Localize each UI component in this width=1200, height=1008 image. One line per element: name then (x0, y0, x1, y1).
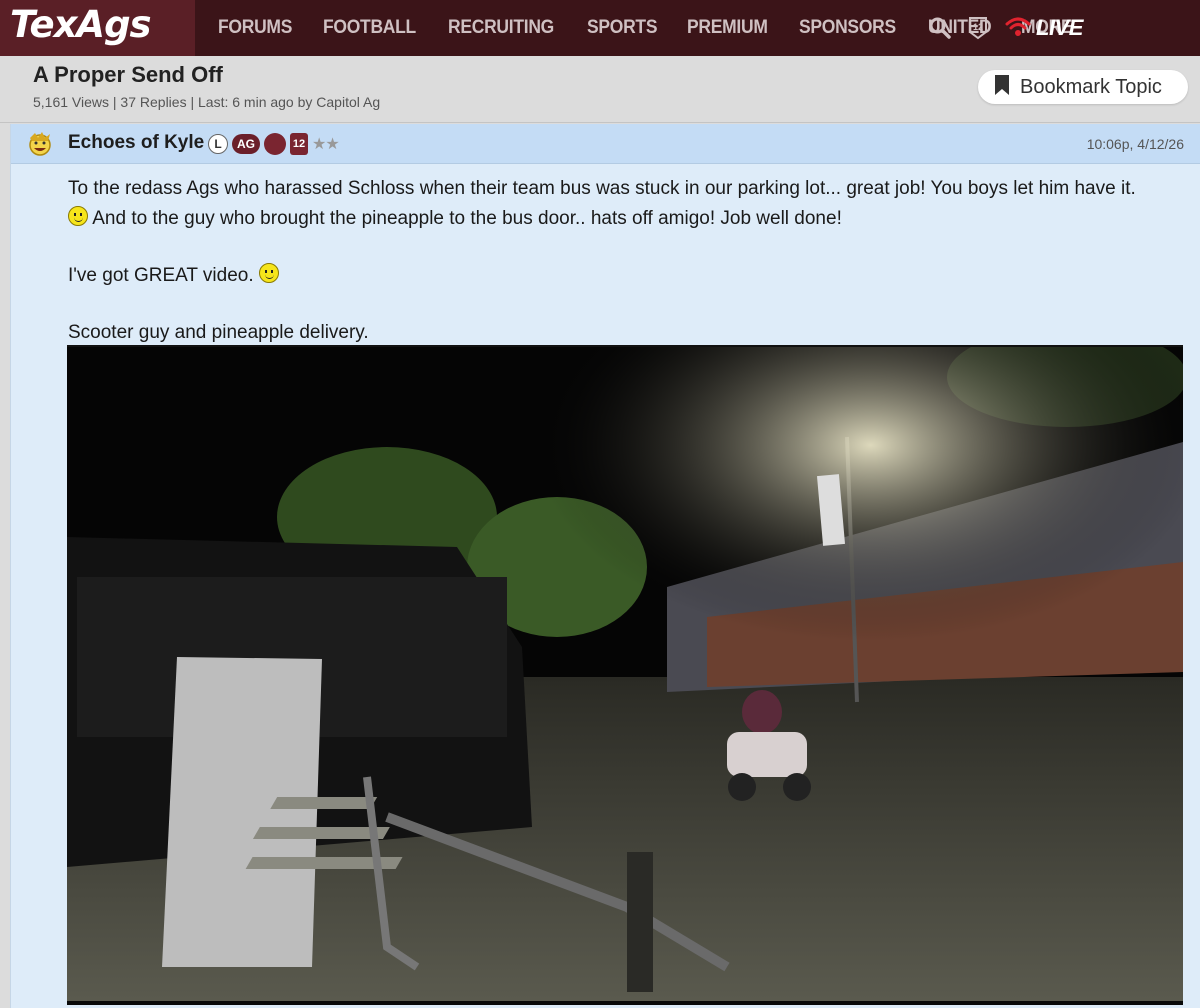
post-timestamp: 10:06p, 4/12/26 (1086, 136, 1184, 152)
badge-12: 12 (290, 133, 308, 155)
logo-container[interactable]: TexAgs (0, 0, 195, 56)
post-text-line: Scooter guy and pineapple delivery. (68, 318, 1188, 348)
nav-icons: 12 LIVE (928, 0, 1083, 56)
post-text: And to the guy who brought the pineapple… (88, 208, 842, 229)
nav-item-recruiting[interactable]: RECRUITING (448, 17, 554, 39)
post-text-line: And to the guy who brought the pineapple… (68, 204, 1188, 234)
nav-item-forums[interactable]: FORUMS (218, 17, 292, 39)
post-body: To the redass Ags who harassed Schloss w… (68, 174, 1188, 348)
forum-post: Echoes of Kyle L AG 12 ★★ 10:06p, 4/12/2… (10, 124, 1200, 1008)
post-header: Echoes of Kyle L AG 12 ★★ 10:06p, 4/12/2… (11, 124, 1200, 164)
topic-title: A Proper Send Off (33, 62, 223, 87)
nav-item-sports[interactable]: SPORTS (587, 17, 657, 39)
video-controls-bar[interactable] (67, 1001, 1183, 1005)
live-signal-icon (1004, 14, 1032, 43)
avatar[interactable] (26, 130, 54, 158)
post-username[interactable]: Echoes of Kyle (68, 132, 204, 154)
post-text: Scooter guy and pineapple delivery. (68, 322, 369, 343)
video-frame (67, 327, 1187, 1001)
topic-meta: 5,161 Views | 37 Replies | Last: 6 min a… (33, 94, 381, 110)
nav-item-premium[interactable]: PREMIUM (687, 17, 768, 39)
post-text: To the redass Ags who harassed Schloss w… (68, 178, 1136, 199)
svg-text:12: 12 (973, 22, 983, 32)
user-badges: L AG 12 ★★ (208, 133, 340, 155)
sec-logo-icon[interactable]: 12 (968, 16, 988, 40)
site-logo[interactable]: TexAgs (10, 3, 152, 46)
badge-team-icon (264, 133, 286, 155)
smiley-icon (68, 206, 88, 226)
bookmark-icon (994, 74, 1010, 101)
video-player[interactable] (67, 327, 1187, 1001)
post-text-line: To the redass Ags who harassed Schloss w… (68, 174, 1188, 204)
nav-item-sponsors[interactable]: SPONSORS (799, 17, 896, 39)
post-text-line: I've got GREAT video. (68, 261, 1188, 291)
nav-item-football[interactable]: FOOTBALL (323, 17, 416, 39)
live-link[interactable]: LIVE (1004, 14, 1083, 43)
badge-l: L (208, 134, 228, 154)
topic-header: A Proper Send Off 5,161 Views | 37 Repli… (0, 56, 1200, 123)
rating-stars: ★★ (312, 136, 340, 153)
post-text: I've got GREAT video. (68, 265, 259, 286)
live-label: LIVE (1036, 15, 1083, 40)
search-icon[interactable] (928, 16, 952, 40)
bookmark-topic-button[interactable]: Bookmark Topic (978, 70, 1188, 104)
badge-ag: AG (232, 134, 260, 154)
smiley-icon (258, 263, 279, 283)
bookmark-label: Bookmark Topic (1020, 75, 1162, 98)
top-navbar: TexAgs FORUMS FOOTBALL RECRUITING SPORTS… (0, 0, 1200, 56)
